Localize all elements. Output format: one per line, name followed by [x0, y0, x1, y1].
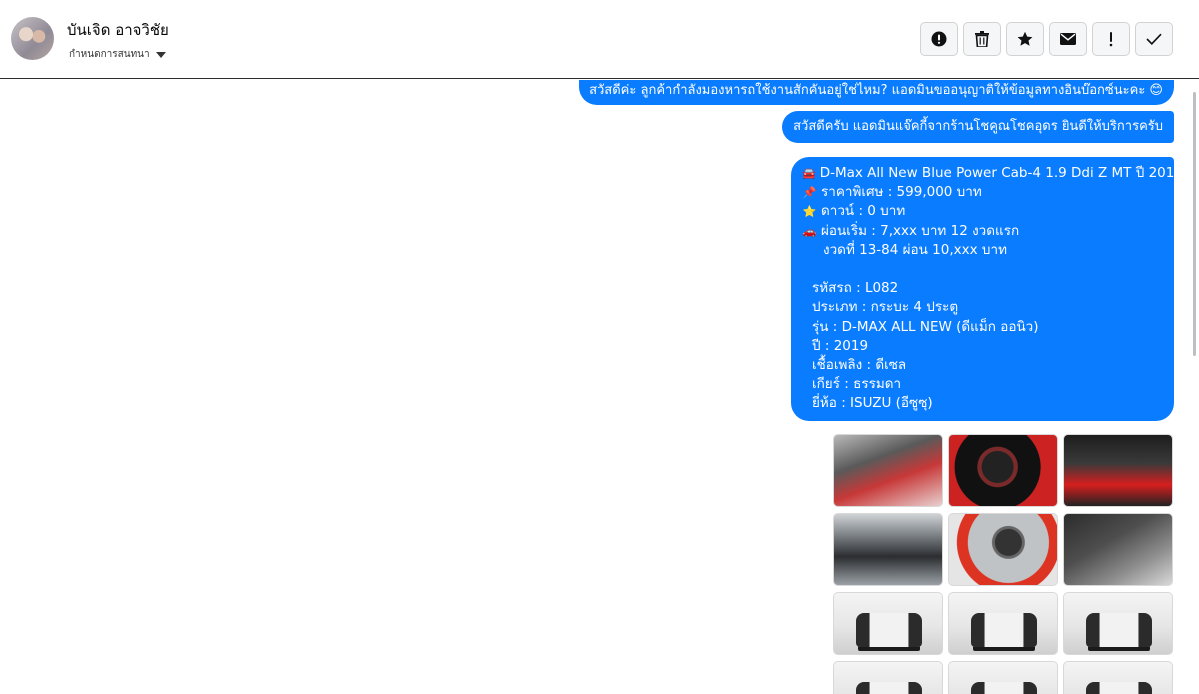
mark-done-button[interactable] — [1135, 22, 1173, 56]
photo-gear-shifter[interactable] — [1063, 434, 1173, 507]
listing-installment-line-2: งวดที่ 13-84 ผ่อน 10,xxx บาท — [802, 241, 1164, 260]
star-icon — [1017, 31, 1033, 46]
listing-type: ประเภท : กระบะ 4 ประตู — [812, 299, 959, 316]
photo-driver-cabin[interactable] — [948, 513, 1058, 586]
message-bubble-listing[interactable]: 🚘 D-Max All New Blue Power Cab-4 1.9 Ddi… — [791, 157, 1183, 421]
car-emoji-icon: 🚗 — [802, 224, 817, 238]
message-text: สวัสดีครับ แอดมินแจ๊คกี้จากร้านโชคูณโชคอ… — [793, 119, 1163, 134]
star-button[interactable] — [1006, 22, 1044, 56]
photo-car-exterior[interactable] — [948, 592, 1058, 655]
alert-circle-icon — [931, 31, 947, 47]
listing-down: ดาวน์ : 0 บาท — [821, 203, 906, 220]
photo-door-panel[interactable] — [1063, 513, 1173, 586]
check-icon — [1146, 33, 1162, 45]
mark-unread-button[interactable] — [1049, 22, 1087, 56]
exclamation-icon — [1109, 32, 1113, 47]
caret-down-icon — [155, 51, 166, 58]
spam-button[interactable] — [920, 22, 958, 56]
important-button[interactable] — [1092, 22, 1130, 56]
delete-button[interactable] — [963, 22, 1001, 56]
listing-installment-1: ผ่อนเริ่ม : 7,xxx บาท 12 งวดแรก — [821, 222, 1020, 239]
listing-title: D-Max All New Blue Power Cab-4 1.9 Ddi Z… — [819, 165, 1183, 181]
listing-gear: เกียร์ : ธรรมดา — [812, 376, 902, 393]
photo-grid — [833, 434, 1174, 694]
scrollbar[interactable] — [1190, 80, 1199, 694]
message-bubble-welcome[interactable]: สวัสดีครับ แอดมินแจ๊คกี้จากร้านโชคูณโชคอ… — [782, 111, 1174, 143]
listing-code: รหัสรถ : L082 — [812, 280, 899, 297]
trash-icon — [975, 31, 989, 47]
listing-price: ราคาพิเศษ : 599,000 บาท — [821, 184, 982, 201]
listing-fuel: เชื้อเพลิง : ดีเซล — [812, 357, 907, 374]
listing-brand: ยี่ห้อ : ISUZU (อีซูซุ) — [812, 395, 933, 412]
listing-installment-2: งวดที่ 13-84 ผ่อน 10,xxx บาท — [823, 241, 1007, 258]
listing-model: รุ่น : D-MAX ALL NEW (ดีแม็ก ออนิว) — [812, 318, 1039, 335]
listing-price-line: 📌 ราคาพิเศษ : 599,000 บาท — [802, 183, 1164, 202]
listing-year: ปี : 2019 — [812, 337, 869, 354]
label-dropdown-text: กำหนดการสนทนา — [69, 49, 150, 60]
listing-title-line: 🚘 D-Max All New Blue Power Cab-4 1.9 Ddi… — [802, 164, 1183, 183]
conversation-label-dropdown[interactable]: กำหนดการสนทนา — [69, 47, 166, 62]
toolbar — [920, 22, 1173, 56]
avatar[interactable] — [11, 17, 54, 60]
conversation-header: บันเจิด อาจวิชัย กำหนดการสนทนา — [0, 0, 1199, 79]
photo-car-exterior[interactable] — [1063, 592, 1173, 655]
photo-car-exterior[interactable] — [948, 661, 1058, 694]
envelope-icon — [1060, 33, 1076, 45]
photo-car-interior-seats[interactable] — [833, 434, 943, 507]
scrollbar-thumb[interactable] — [1193, 92, 1196, 356]
star-emoji-icon: ⭐ — [802, 205, 817, 219]
photo-steering-wheel[interactable] — [948, 434, 1058, 507]
listing-down-line: ⭐ ดาวน์ : 0 บาท — [802, 202, 1164, 221]
car-emoji-icon: 🚘 — [802, 167, 816, 180]
photo-car-exterior[interactable] — [1063, 661, 1173, 694]
contact-name[interactable]: บันเจิด อาจวิชัย — [67, 18, 169, 42]
photo-dashboard-console[interactable] — [833, 513, 943, 586]
pushpin-emoji-icon: 📌 — [802, 186, 817, 200]
message-bubble-greeting[interactable]: สวัสดีค่ะ ลูกค้ากำลังมองหารถใช้งานสักคัน… — [579, 80, 1174, 105]
listing-installment-line: 🚗 ผ่อนเริ่ม : 7,xxx บาท 12 งวดแรก — [802, 222, 1164, 241]
photo-car-exterior[interactable] — [833, 661, 943, 694]
photo-car-exterior[interactable] — [833, 592, 943, 655]
message-text: สวัสดีค่ะ ลูกค้ากำลังมองหารถใช้งานสักคัน… — [589, 83, 1163, 98]
message-thread[interactable]: สวัสดีค่ะ ลูกค้ากำลังมองหารถใช้งานสักคัน… — [0, 80, 1199, 694]
